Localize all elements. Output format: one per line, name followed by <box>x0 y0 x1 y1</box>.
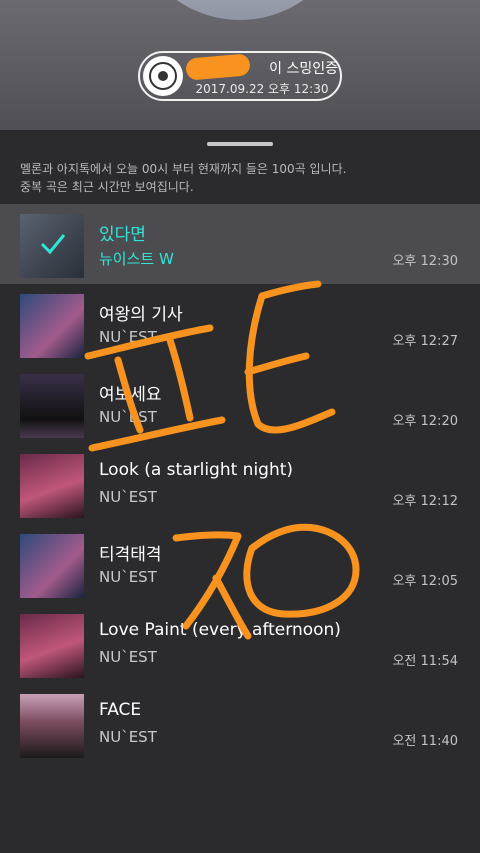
song-time: 오후 12:20 <box>392 414 458 429</box>
song-row[interactable]: 여보세요 NU`EST 오후 12:20 <box>0 364 480 444</box>
disc-icon <box>143 56 183 96</box>
song-artist: NU`EST <box>99 728 157 746</box>
notice-line-1: 멜론과 아지톡에서 오늘 00시 부터 현재까지 들은 100곡 입니다. <box>20 162 347 176</box>
song-title: 여보세요 <box>99 385 162 405</box>
song-artist: NU`EST <box>99 488 157 506</box>
song-time: 오후 12:30 <box>392 254 458 269</box>
song-artist: NU`EST <box>99 568 157 586</box>
song-title: Love Paint (every afternoon) <box>99 620 341 640</box>
song-artist: NU`EST <box>99 408 157 426</box>
song-time: 오전 11:54 <box>392 654 458 669</box>
album-art <box>20 294 84 358</box>
album-art <box>20 534 84 598</box>
song-title: FACE <box>99 700 142 720</box>
song-row[interactable]: 여왕의 기사 NU`EST 오후 12:27 <box>0 284 480 364</box>
song-row[interactable]: FACE NU`EST 오전 11:40 <box>0 684 480 764</box>
song-title: Look (a starlight night) <box>99 460 294 480</box>
album-art <box>20 694 84 758</box>
album-art <box>20 614 84 678</box>
check-icon <box>40 234 66 255</box>
song-time: 오후 12:12 <box>392 494 458 509</box>
notice-line-2: 중복 곡은 최근 시간만 보여집니다. <box>20 180 194 194</box>
song-row[interactable]: Look (a starlight night) NU`EST 오후 12:12 <box>0 444 480 524</box>
badge-datetime: 2017.09.22 오후 12:30 <box>195 82 329 96</box>
song-row[interactable]: Love Paint (every afternoon) NU`EST 오전 1… <box>0 604 480 684</box>
header-area: 이 스밍인증 2017.09.22 오후 12:30 <box>0 0 480 130</box>
song-artist: 뉴이스트 W <box>99 250 174 268</box>
drag-handle[interactable] <box>207 142 273 146</box>
song-row[interactable]: 티격태격 NU`EST 오후 12:05 <box>0 524 480 604</box>
song-row[interactable]: 있다면 뉴이스트 W 오후 12:30 <box>0 204 480 284</box>
album-art <box>20 374 84 438</box>
song-artist: NU`EST <box>99 648 157 666</box>
album-art <box>20 454 84 518</box>
song-time: 오후 12:05 <box>392 574 458 589</box>
profile-photo <box>130 0 350 20</box>
song-time: 오전 11:40 <box>392 734 458 749</box>
song-list: 있다면 뉴이스트 W 오후 12:30 여왕의 기사 NU`EST 오후 12:… <box>0 204 480 764</box>
song-title: 있다면 <box>99 225 146 245</box>
album-art <box>20 214 84 278</box>
song-title: 티격태격 <box>99 545 162 565</box>
song-artist: NU`EST <box>99 328 157 346</box>
song-history-panel: 멜론과 아지톡에서 오늘 00시 부터 현재까지 들은 100곡 입니다. 중복… <box>0 130 480 853</box>
notice-text: 멜론과 아지톡에서 오늘 00시 부터 현재까지 들은 100곡 입니다. 중복… <box>20 160 470 196</box>
song-time: 오후 12:27 <box>392 334 458 349</box>
song-title: 여왕의 기사 <box>99 305 183 325</box>
